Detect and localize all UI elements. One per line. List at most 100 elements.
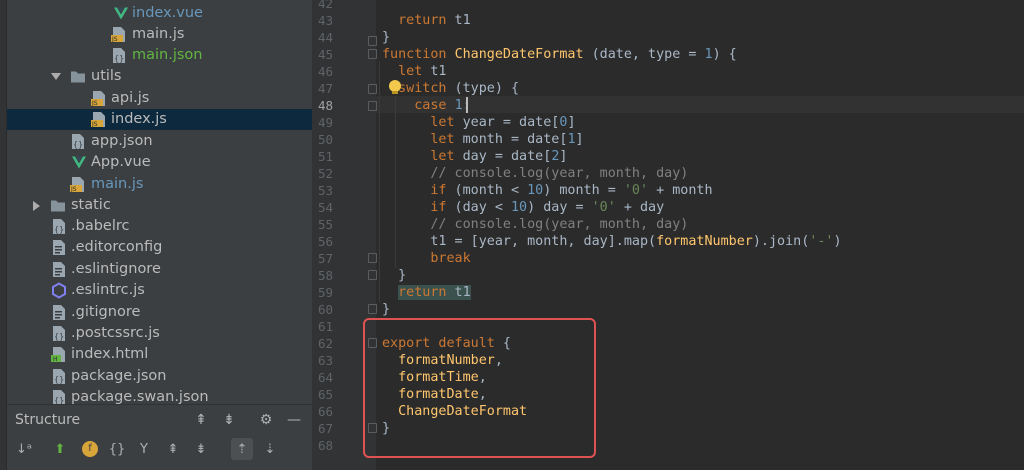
tree-item-label: .eslintignore [71,261,161,277]
tree-item-label: .eslintrc.js [71,282,145,298]
autoscroll-to-source-icon[interactable]: ⇡ [231,438,253,460]
line-number: 58 [317,268,333,283]
tree-item-utils[interactable]: utils [7,66,312,87]
code-line-43: } [382,30,391,45]
text-caret [466,97,468,113]
line-number: 65 [317,387,333,402]
code-line-45: let t1 [398,64,447,79]
eslint-icon [52,282,66,299]
line-number: 53 [317,183,333,198]
tree-item-index-html[interactable]: H index.html [7,344,312,365]
fold-marker-icon[interactable] [368,49,377,59]
code-line-46: switch (type) { [398,81,520,96]
fold-marker-icon[interactable] [368,36,377,46]
json-file-icon: {} [53,390,65,404]
line-number: 56 [317,234,333,249]
show-fields-icon[interactable]: f [79,438,101,460]
fold-marker-icon[interactable] [368,253,377,263]
tree-item-static[interactable]: static [7,195,312,216]
line-number: 48 [317,98,333,113]
fold-marker-icon[interactable] [368,270,377,280]
tree-item-label: .gitignore [71,304,141,320]
collapse-icon[interactable]: ⇟ [190,438,212,460]
json-file-icon: {} [53,369,65,384]
line-number: 57 [317,251,333,266]
tree-item-editorconfig[interactable]: .editorconfig [7,237,312,258]
tree-item-eslintrc[interactable]: .eslintrc.js [7,280,312,301]
code-line-47: case 1: [414,98,470,113]
minimize-icon[interactable]: — [283,409,305,431]
tree-item-label: static [71,197,111,213]
collapse-all-icon[interactable]: ⇟ [218,409,240,431]
tree-item-api-js[interactable]: JS api.js [7,88,312,109]
code-line-59: } [382,302,391,317]
svg-text:{}: {} [73,140,83,149]
autoscroll-from-source-icon[interactable]: ⇣ [259,438,281,460]
tree-item-label: .postcssrc.js [71,325,160,341]
show-inherited-icon[interactable]: ⬆ [49,438,71,460]
tree-item-package-swan-json[interactable]: {} package.swan.json [7,387,312,404]
line-number: 51 [317,149,333,164]
tree-item-label: index.js [111,111,167,127]
code-line-51: // console.log(year, month, day) [430,166,689,181]
tree-item-label: package.json [71,368,167,384]
fold-marker-icon[interactable] [368,304,377,314]
lightbulb-icon[interactable] [389,80,401,94]
js-file-icon: JS [70,177,84,193]
line-number: 49 [317,115,333,130]
show-hierarchy-icon[interactable]: Y [133,438,155,460]
tree-item-main-js-root[interactable]: JS main.js [7,174,312,195]
line-number: 61 [317,319,333,334]
svg-text:{}: {} [54,396,64,404]
code-line-50: let day = date[2] [430,149,568,164]
tree-item-babelrc[interactable]: {} .babelrc [7,216,312,237]
tree-item-label: main.js [132,26,185,42]
json-file-icon: {} [53,219,65,234]
tree-item-app-json[interactable]: {} app.json [7,131,312,152]
current-line-highlight [376,96,1024,113]
tree-item-main-js[interactable]: JS main.js [7,24,312,45]
tree-item-postcssrc[interactable]: {} .postcssrc.js [7,323,312,344]
code-line-55: t1 = [year, month, day].map(formatNumber… [382,234,842,249]
show-properties-icon[interactable]: {} [106,438,128,460]
line-number: 63 [317,353,333,368]
structure-title: Structure [15,412,81,428]
fold-marker-icon[interactable] [368,84,377,94]
tree-item-label: utils [91,68,122,84]
expand-arrow-icon[interactable] [51,73,61,80]
svg-text:JS: JS [91,100,98,107]
gear-icon[interactable]: ⚙ [255,409,277,431]
tree-item-index-js[interactable]: JS index.js [7,109,312,130]
tree-item-label: app.json [91,133,153,149]
tree-item-label: package.swan.json [71,389,209,404]
vue-icon [114,7,128,20]
tree-item-gitignore[interactable]: .gitignore [7,302,312,323]
expand-icon[interactable]: ⇞ [162,438,184,460]
fold-marker-icon[interactable] [368,101,377,111]
tree-item-package-json[interactable]: {} package.json [7,366,312,387]
text-file-icon [53,305,65,320]
json-file-icon: {} [113,48,125,63]
line-number: 46 [317,64,333,79]
collapse-arrow-icon[interactable] [33,201,40,211]
tree-item-main-json[interactable]: {} main.json [7,45,312,66]
tree-item-eslintignore[interactable]: .eslintignore [7,259,312,280]
svg-text:{}: {} [54,375,64,384]
expand-all-icon[interactable]: ⇞ [190,409,212,431]
sort-alpha-icon[interactable]: ↓ᵃ [13,438,35,460]
svg-text:{}: {} [54,225,64,234]
line-number: 47 [317,81,333,96]
tree-item-index-vue[interactable]: index.vue [7,3,312,24]
json-file-icon: {} [72,134,84,149]
text-file-icon [53,262,65,277]
svg-text:JS: JS [70,186,77,193]
tree-item-label: App.vue [91,154,151,170]
line-number: 66 [317,404,333,419]
code-line-57: } [382,268,407,283]
line-number: 52 [317,166,333,181]
tree-item-app-vue[interactable]: App.vue [7,152,312,173]
folder-icon [51,200,65,212]
left-toolbar-strip [0,0,7,470]
line-number: 64 [317,370,333,385]
code-line-56: break [430,251,471,266]
